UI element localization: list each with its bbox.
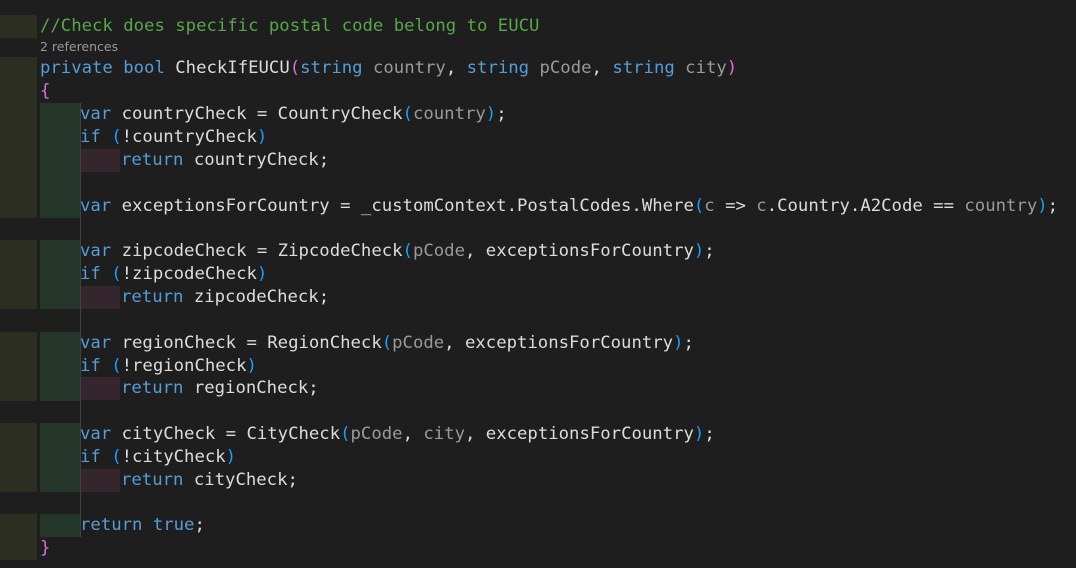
keyword: private (40, 58, 113, 78)
gutter-marker (0, 195, 37, 218)
gutter-marker (0, 423, 37, 492)
method-name: CheckIfEUCU (175, 58, 290, 78)
code-line: return zipcodeCheck; (121, 287, 330, 307)
gutter-marker (0, 15, 37, 38)
code-line: if (!cityCheck) (80, 447, 237, 467)
indent-guide (80, 286, 120, 309)
close-brace: } (40, 538, 51, 558)
indent-guide (40, 240, 80, 309)
paren: ) (726, 58, 738, 78)
type: string (466, 58, 530, 78)
gutter-marker (0, 80, 37, 206)
code-line: var exceptionsForCountry = _customContex… (80, 196, 1059, 216)
paren: ( (289, 58, 301, 78)
code-line: return countryCheck; (121, 150, 330, 170)
indent-guide (80, 377, 120, 400)
param: pCode (539, 58, 592, 78)
code-editor[interactable]: //Check does specific postal code belong… (0, 0, 1076, 568)
comment-line: //Check does specific postal code belong… (40, 16, 540, 36)
code-line: var cityCheck = CityCheck(pCode, city, e… (80, 424, 715, 444)
gutter-marker (0, 514, 37, 560)
code-line: var countryCheck = CountryCheck(country)… (80, 104, 507, 124)
gutter-marker (0, 332, 37, 401)
open-brace: { (40, 81, 51, 101)
indent-guide (80, 469, 120, 492)
indent-guide (80, 149, 120, 172)
type: string (612, 58, 675, 78)
code-line: var regionCheck = RegionCheck(pCode, exc… (80, 333, 694, 353)
param: country (372, 58, 446, 78)
code-line: var zipcodeCheck = ZipcodeCheck(pCode, e… (80, 241, 715, 261)
indent-guide (40, 514, 80, 537)
code-line: if (!countryCheck) (80, 127, 268, 147)
indent-guide (40, 195, 80, 218)
indent-rule (80, 103, 81, 537)
codelens-references[interactable]: 2 references (40, 38, 118, 56)
indent-guide (40, 103, 80, 195)
indent-guide (40, 332, 80, 401)
code-line: if (!regionCheck) (80, 356, 257, 376)
code-line: return cityCheck; (121, 470, 298, 490)
code-line: if (!zipcodeCheck) (80, 264, 268, 284)
type: string (300, 58, 363, 78)
indent-guide (40, 423, 80, 492)
code-line: return regionCheck; (121, 378, 319, 398)
param: city (685, 58, 727, 78)
code-line: return true; (80, 515, 205, 535)
method-signature: private bool CheckIfEUCU(string country,… (40, 58, 738, 78)
gutter-marker (0, 57, 37, 80)
gutter-marker (0, 240, 37, 309)
keyword: bool (123, 58, 165, 78)
